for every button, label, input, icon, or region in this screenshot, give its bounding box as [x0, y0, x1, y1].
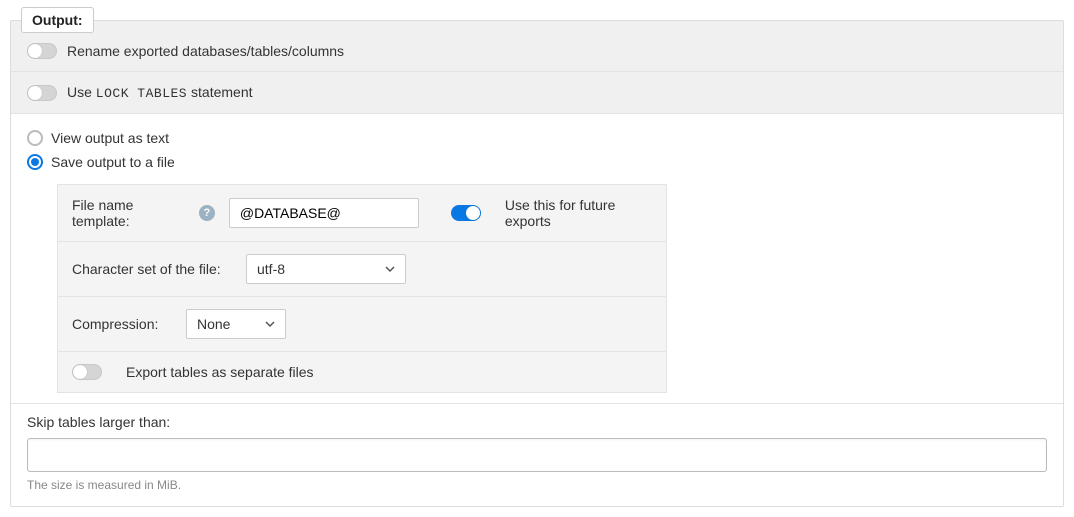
- compression-value: None: [197, 316, 230, 332]
- output-panel: Output: Rename exported databases/tables…: [10, 20, 1064, 507]
- view-as-text-label: View output as text: [51, 130, 169, 146]
- panel-legend: Output:: [21, 7, 94, 33]
- file-options-panel: File name template: ? Use this for futur…: [57, 184, 667, 393]
- filename-template-label: File name template:: [72, 197, 133, 229]
- separate-files-row: Export tables as separate files: [58, 352, 666, 392]
- lock-tables-code: LOCK TABLES: [96, 86, 187, 101]
- save-to-file-option[interactable]: Save output to a file: [27, 150, 1047, 174]
- filename-template-row: File name template: ? Use this for futur…: [58, 185, 666, 242]
- lock-tables-label: Use LOCK TABLES statement: [67, 84, 253, 101]
- charset-label: Character set of the file:: [72, 261, 232, 277]
- charset-row: Character set of the file: utf-8: [58, 242, 666, 297]
- rename-label: Rename exported databases/tables/columns: [67, 43, 344, 59]
- filename-template-input[interactable]: [229, 198, 419, 228]
- help-icon[interactable]: ?: [199, 205, 215, 221]
- view-as-text-option[interactable]: View output as text: [27, 126, 1047, 150]
- chevron-down-icon: [265, 319, 275, 329]
- rename-toggle[interactable]: [27, 43, 57, 59]
- skip-tables-section: Skip tables larger than: The size is mea…: [11, 403, 1063, 506]
- skip-tables-label: Skip tables larger than:: [27, 414, 1047, 430]
- compression-label: Compression:: [72, 316, 172, 332]
- compression-row: Compression: None: [58, 297, 666, 352]
- future-exports-label: Use this for future exports: [505, 197, 652, 229]
- save-to-file-radio[interactable]: [27, 154, 43, 170]
- future-exports-toggle[interactable]: [451, 205, 481, 221]
- separate-files-toggle[interactable]: [72, 364, 102, 380]
- separate-files-label: Export tables as separate files: [126, 364, 314, 380]
- chevron-down-icon: [385, 264, 395, 274]
- skip-tables-hint: The size is measured in MiB.: [27, 478, 1047, 492]
- save-to-file-label: Save output to a file: [51, 154, 175, 170]
- lock-tables-toggle[interactable]: [27, 85, 57, 101]
- charset-select[interactable]: utf-8: [246, 254, 406, 284]
- charset-value: utf-8: [257, 261, 285, 277]
- lock-tables-row: Use LOCK TABLES statement: [11, 72, 1063, 114]
- rename-row: Rename exported databases/tables/columns: [11, 21, 1063, 72]
- view-as-text-radio[interactable]: [27, 130, 43, 146]
- output-mode-section: View output as text Save output to a fil…: [11, 114, 1063, 403]
- compression-select[interactable]: None: [186, 309, 286, 339]
- skip-tables-input[interactable]: [27, 438, 1047, 472]
